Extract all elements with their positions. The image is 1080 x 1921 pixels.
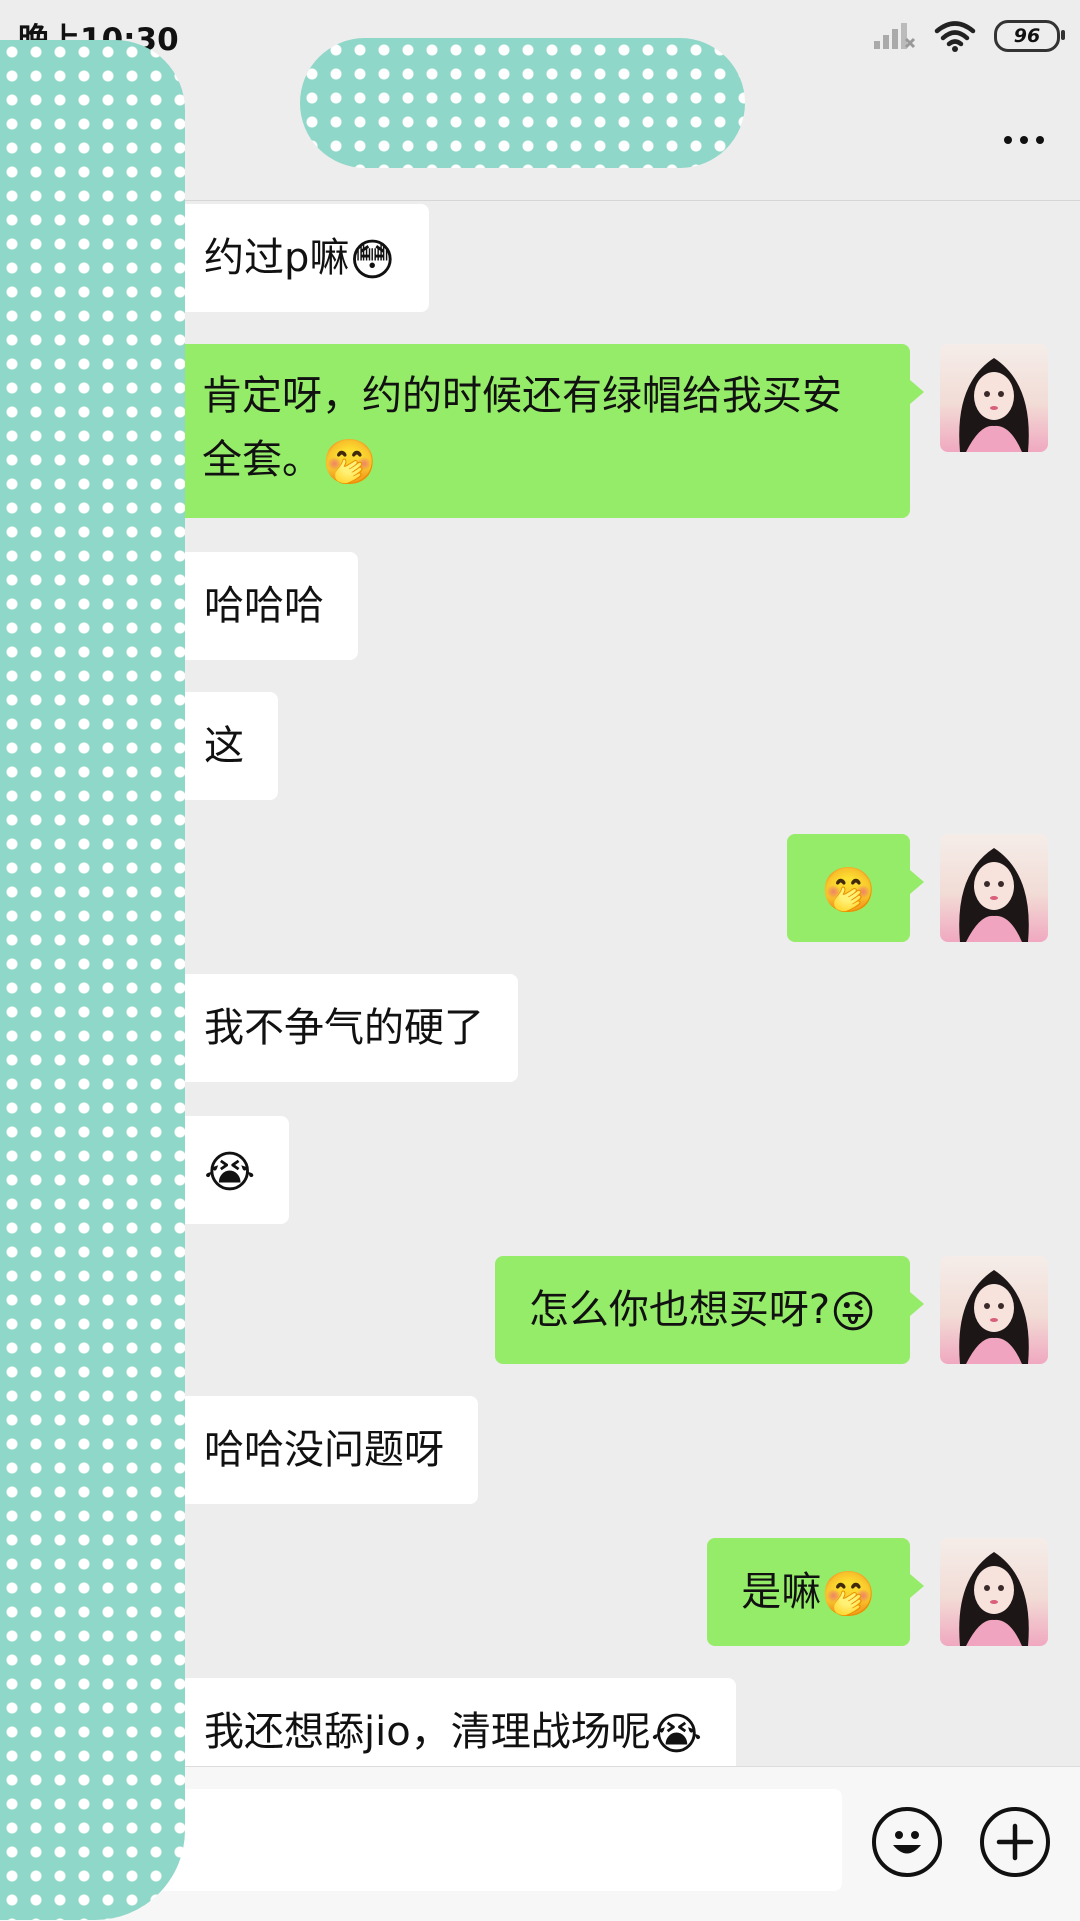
emoji-winking-tongue: 😜 xyxy=(830,1287,876,1338)
message-row-incoming: 哈哈哈 xyxy=(156,552,358,660)
message-row-incoming: 😭 xyxy=(155,1116,290,1224)
message-text: 哈哈没问题呀 xyxy=(204,1427,444,1473)
more-dots-icon xyxy=(1004,136,1012,144)
avatar[interactable] xyxy=(940,1256,1048,1364)
message-text: 肯定呀，约的时候还有绿帽给我买安全套。 xyxy=(202,373,842,483)
message-input[interactable] xyxy=(120,1789,842,1891)
smiley-icon xyxy=(893,1831,921,1854)
message-bubble-incoming[interactable]: 😭 xyxy=(155,1116,290,1224)
wifi-icon xyxy=(934,21,976,52)
message-row-outgoing: 怎么你也想买呀?😜 xyxy=(494,1256,925,1364)
message-bubble-incoming[interactable]: 我不争气的硬了 xyxy=(156,974,518,1082)
avatar-image xyxy=(959,358,1029,452)
status-icons: 96 xyxy=(872,16,1065,56)
message-row-incoming: 哈哈没问题呀 xyxy=(156,1396,478,1504)
emoji-hand-over-mouth: 🤭 xyxy=(821,865,876,916)
message-row-outgoing: 肯定呀，约的时候还有绿帽给我买安全套。🤭 xyxy=(168,344,924,518)
add-button[interactable] xyxy=(980,1807,1050,1877)
avatar[interactable] xyxy=(940,1538,1048,1646)
avatar[interactable] xyxy=(940,834,1048,942)
message-bubble-outgoing[interactable]: 怎么你也想买呀?😜 xyxy=(494,1256,925,1364)
message-text: 这 xyxy=(204,723,244,769)
message-row-outgoing: 🤭 xyxy=(787,834,924,942)
avatar-image xyxy=(959,1552,1029,1646)
avatar-image xyxy=(959,1270,1029,1364)
message-text: 我不争气的硬了 xyxy=(204,1005,484,1051)
message-row-outgoing: 是嘛🤭 xyxy=(707,1538,924,1646)
message-bubble-incoming[interactable]: 约过p嘛😳 xyxy=(155,204,430,312)
signal-icon xyxy=(874,23,916,49)
emoji-hand-over-mouth: 🤭 xyxy=(322,437,377,488)
plus-icon xyxy=(996,1823,1034,1861)
message-text: 哈哈哈 xyxy=(204,583,324,629)
message-row-incoming: 我不争气的硬了 xyxy=(156,974,518,1082)
more-options-button[interactable] xyxy=(994,118,1054,162)
battery-indicator: 96 xyxy=(994,20,1065,52)
message-row-incoming: 我还想舔jio，清理战场呢😭 xyxy=(155,1678,737,1766)
emoji-button[interactable] xyxy=(872,1807,942,1877)
message-text: 约过p嘛 xyxy=(204,235,350,281)
message-bubble-incoming[interactable]: 这 xyxy=(156,692,278,800)
emoji-hand-over-mouth: 🤭 xyxy=(821,1569,876,1620)
emoji-crying: 😭 xyxy=(204,1147,256,1198)
message-text: 我还想舔jio，清理战场呢 xyxy=(204,1709,651,1755)
message-row-incoming: 这 xyxy=(156,692,278,800)
avatar[interactable] xyxy=(940,344,1048,452)
message-bubble-outgoing[interactable]: 🤭 xyxy=(787,834,924,942)
message-text: 是嘛 xyxy=(741,1569,822,1615)
emoji-flushed: 😳 xyxy=(349,235,396,286)
message-bubble-outgoing[interactable]: 肯定呀，约的时候还有绿帽给我买安全套。🤭 xyxy=(168,344,924,518)
message-bubble-incoming[interactable]: 我还想舔jio，清理战场呢😭 xyxy=(155,1678,737,1766)
privacy-mask-left xyxy=(0,40,185,1920)
message-bubble-incoming[interactable]: 哈哈没问题呀 xyxy=(156,1396,478,1504)
message-bubble-incoming[interactable]: 哈哈哈 xyxy=(156,552,358,660)
avatar-image xyxy=(959,848,1029,942)
emoji-crying: 😭 xyxy=(650,1709,703,1760)
message-bubble-outgoing[interactable]: 是嘛🤭 xyxy=(707,1538,924,1646)
privacy-mask-title xyxy=(300,38,745,168)
message-text: 怎么你也想买呀? xyxy=(528,1287,831,1333)
message-row-incoming: 约过p嘛😳 xyxy=(155,204,430,312)
